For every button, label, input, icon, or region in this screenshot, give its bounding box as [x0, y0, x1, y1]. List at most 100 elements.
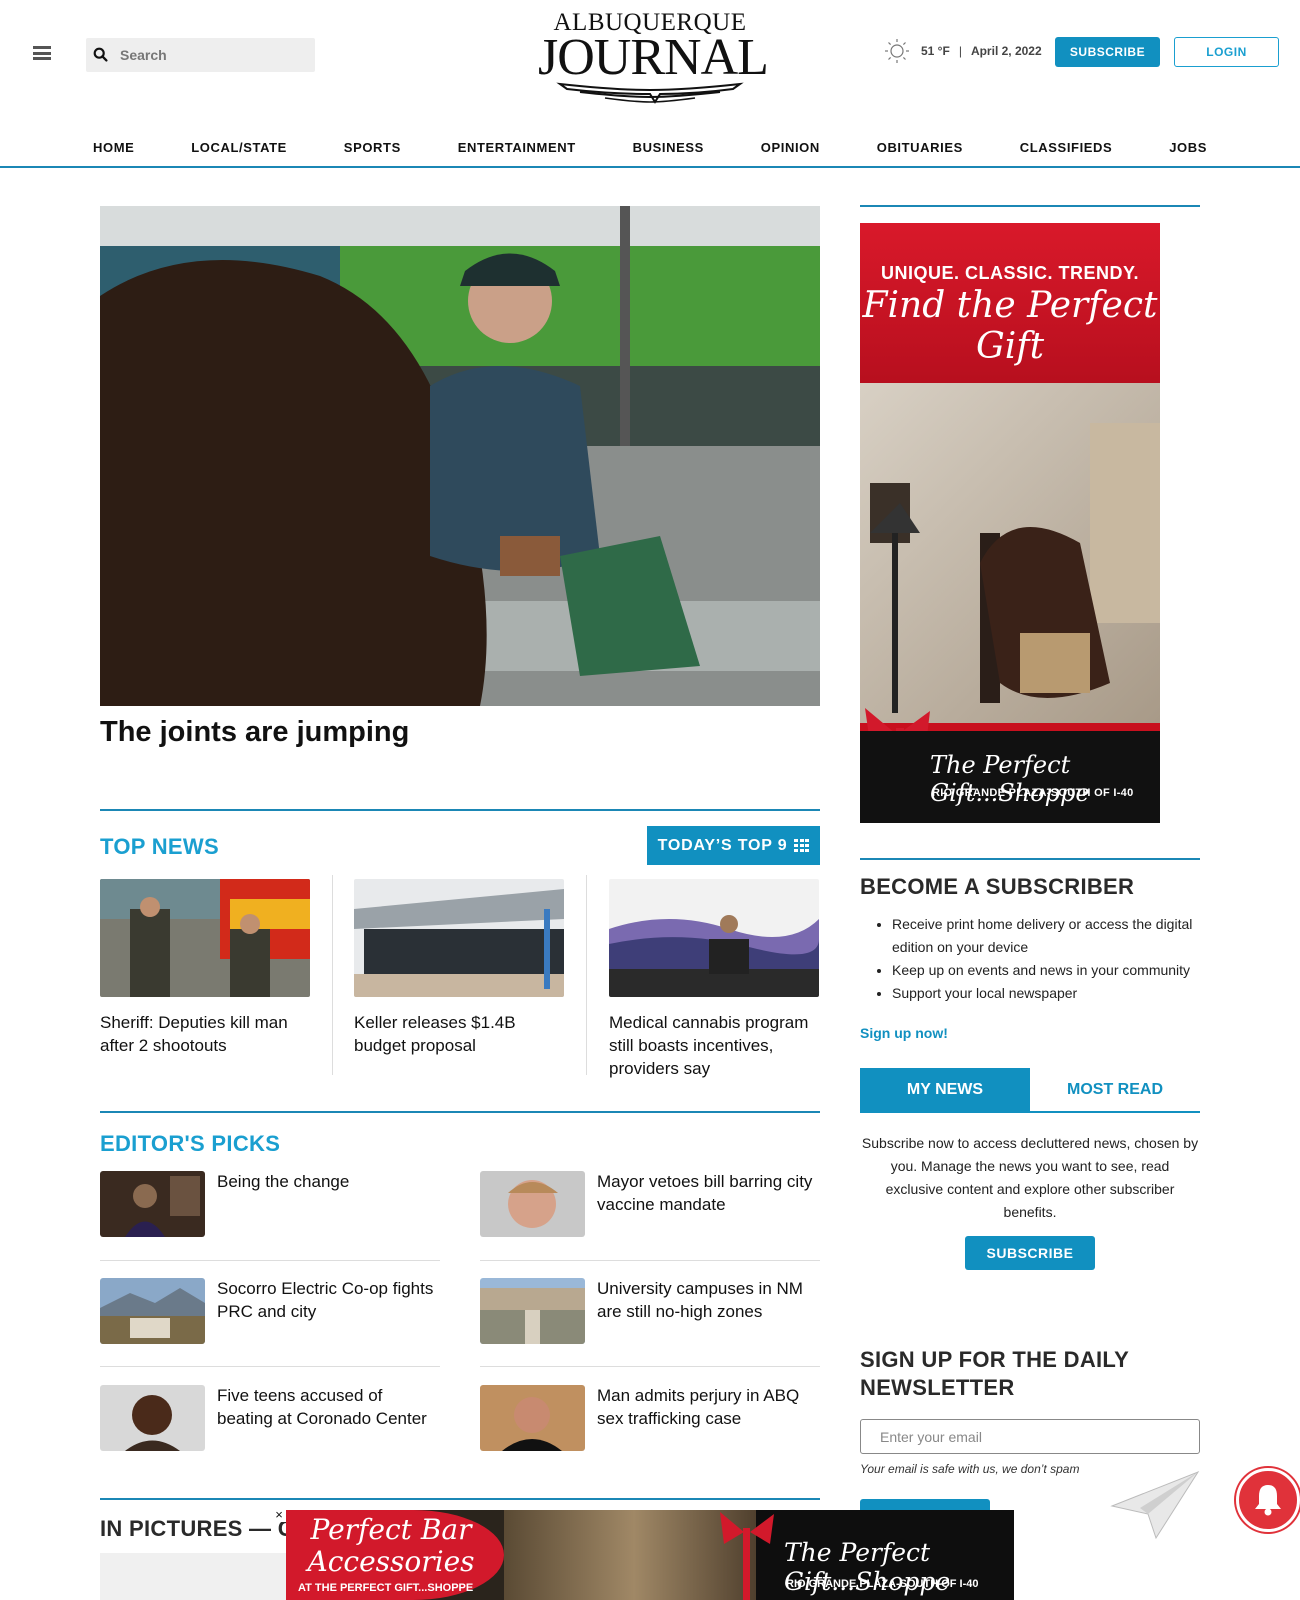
nav-item-obituaries[interactable]: OBITUARIES — [877, 140, 963, 155]
nav-item-opinion[interactable]: OPINION — [761, 140, 820, 155]
nav-item-home[interactable]: HOME — [93, 140, 134, 155]
story-headline[interactable]: Mayor vetoes bill barring city vaccine m… — [597, 1171, 821, 1216]
in-pictures-title: IN PICTURES — C — [100, 1516, 294, 1541]
weather-widget: 51 °F | April 2, 2022 — [884, 38, 1042, 64]
logo-eagle-icon — [556, 82, 744, 104]
ribbon-bow-icon — [720, 1512, 774, 1600]
bottom-advertisement[interactable]: Perfect Bar Accessories AT THE PERFECT G… — [286, 1510, 1014, 1600]
sun-icon — [885, 39, 909, 63]
paper-plane-icon — [1110, 1470, 1200, 1540]
story-headline[interactable]: Medical cannabis program still boasts in… — [609, 1011, 819, 1080]
main-nav: HOME LOCAL/STATE SPORTS ENTERTAINMENT BU… — [0, 128, 1300, 168]
benefit-item: Support your local newspaper — [892, 982, 1200, 1005]
ad-headline: Find the Perfect Gift — [862, 285, 1158, 367]
story-thumbnail[interactable] — [354, 879, 564, 997]
list-divider — [480, 1260, 820, 1261]
section-divider — [100, 1111, 820, 1113]
list-item[interactable]: Socorro Electric Co-op fights PRC and ci… — [100, 1278, 440, 1344]
current-date: April 2, 2022 — [970, 44, 1042, 58]
hero-image[interactable] — [100, 206, 820, 706]
search-input[interactable] — [120, 38, 310, 72]
tab-my-news[interactable]: MY NEWS — [860, 1068, 1030, 1111]
nav-item-entertainment[interactable]: ENTERTAINMENT — [458, 140, 576, 155]
story-thumbnail[interactable] — [480, 1385, 585, 1451]
ad-location: RIO GRANDE PLAZA-SOUTH OF I-40 — [932, 787, 1134, 799]
bell-icon — [1255, 1485, 1281, 1516]
story-headline[interactable]: Sheriff: Deputies kill man after 2 shoot… — [100, 1011, 310, 1057]
my-news-description: Subscribe now to access decluttered news… — [861, 1135, 1199, 1220]
list-item[interactable]: University campuses in NM are still no-h… — [480, 1278, 820, 1344]
sign-up-link[interactable]: Sign up now! — [860, 1025, 948, 1041]
ad-footer: The Perfect Gift...Shoppe RIO GRANDE PLA… — [860, 731, 1160, 823]
grid-icon — [794, 839, 810, 852]
close-ad-button[interactable]: × — [272, 1508, 286, 1522]
section-divider — [100, 809, 820, 811]
menu-icon[interactable] — [33, 46, 51, 60]
editors-picks-title: EDITOR'S PICKS — [100, 1131, 281, 1156]
subscriber-benefits: Receive print home delivery or access th… — [860, 913, 1200, 1005]
story-thumbnail[interactable] — [100, 879, 310, 997]
hero-headline[interactable]: The joints are jumping — [100, 716, 409, 749]
site-header: ALBUQUERQUE JOURNAL 51 °F | April 2, 202… — [0, 0, 1300, 120]
story-thumbnail[interactable] — [480, 1278, 585, 1344]
list-item[interactable]: Being the change — [100, 1171, 440, 1237]
top-news-card[interactable]: Sheriff: Deputies kill man after 2 shoot… — [100, 879, 310, 1057]
list-divider — [100, 1366, 440, 1367]
ad-shoppe-sub: AT THE PERFECT GIFT...SHOPPE — [298, 1582, 474, 1594]
tab-most-read[interactable]: MOST READ — [1030, 1068, 1200, 1111]
become-subscriber-title: BECOME A SUBSCRIBER — [860, 874, 1135, 899]
search-icon[interactable] — [92, 46, 110, 64]
news-tabs: MY NEWS MOST READ — [860, 1068, 1200, 1113]
ad-location: RIO GRANDE PLAZA-SOUTH OF I-40 — [786, 1578, 979, 1590]
story-headline[interactable]: Socorro Electric Co-op fights PRC and ci… — [217, 1278, 441, 1323]
ad-photo — [860, 383, 1160, 723]
sidebar-divider — [860, 205, 1200, 207]
section-divider — [100, 1498, 820, 1500]
logo-line2: JOURNAL — [538, 29, 769, 86]
story-headline[interactable]: Five teens accused of beating at Coronad… — [217, 1385, 441, 1430]
todays-top-9-button[interactable]: TODAY’S TOP 9 — [647, 826, 820, 865]
story-headline[interactable]: University campuses in NM are still no-h… — [597, 1278, 821, 1323]
story-thumbnail[interactable] — [100, 1385, 205, 1451]
list-item[interactable]: Mayor vetoes bill barring city vaccine m… — [480, 1171, 820, 1237]
login-button[interactable]: LOGIN — [1174, 37, 1279, 67]
story-thumbnail[interactable] — [480, 1171, 585, 1237]
newsletter-email-input[interactable] — [860, 1419, 1200, 1454]
list-divider — [100, 1260, 440, 1261]
nav-item-local-state[interactable]: LOCAL/STATE — [191, 140, 287, 155]
search-box[interactable] — [86, 38, 315, 72]
nav-item-business[interactable]: BUSINESS — [633, 140, 704, 155]
story-thumbnail[interactable] — [100, 1278, 205, 1344]
card-divider — [586, 875, 587, 1075]
benefit-item: Keep up on events and news in your commu… — [892, 959, 1200, 982]
list-divider — [480, 1366, 820, 1367]
nav-item-jobs[interactable]: JOBS — [1169, 140, 1207, 155]
newsletter-title: SIGN UP FOR THE DAILY NEWSLETTER — [860, 1347, 1129, 1400]
story-thumbnail[interactable] — [100, 1171, 205, 1237]
my-news-subscribe-button[interactable]: SUBSCRIBE — [965, 1236, 1095, 1270]
newsletter-note: Your email is safe with us, we don’t spa… — [860, 1462, 1080, 1476]
list-item[interactable]: Five teens accused of beating at Coronad… — [100, 1385, 440, 1451]
subscribe-button[interactable]: SUBSCRIBE — [1055, 37, 1160, 67]
top-news-title: TOP NEWS — [100, 834, 219, 859]
site-logo[interactable]: ALBUQUERQUE JOURNAL — [538, 10, 769, 110]
card-divider — [332, 875, 333, 1075]
list-item[interactable]: Man admits perjury in ABQ sex traffickin… — [480, 1385, 820, 1451]
ad-bar-accessories: Perfect Bar Accessories — [307, 1513, 475, 1578]
story-headline[interactable]: Man admits perjury in ABQ sex traffickin… — [597, 1385, 821, 1430]
notification-bell-button[interactable] — [1236, 1468, 1300, 1532]
sidebar-divider — [860, 858, 1200, 860]
sidebar-advertisement[interactable]: UNIQUE. CLASSIC. TRENDY. Find the Perfec… — [860, 223, 1160, 823]
weather-separator: | — [958, 44, 962, 58]
benefit-item: Receive print home delivery or access th… — [892, 913, 1200, 959]
story-headline[interactable]: Being the change — [217, 1171, 441, 1194]
story-thumbnail[interactable] — [609, 879, 819, 997]
nav-item-sports[interactable]: SPORTS — [344, 140, 401, 155]
top-news-card[interactable]: Keller releases $1.4B budget proposal — [354, 879, 564, 1057]
nav-item-classifieds[interactable]: CLASSIFIEDS — [1020, 140, 1113, 155]
ad-tagline: UNIQUE. CLASSIC. TRENDY. — [880, 263, 1140, 283]
todays-top-9-label: TODAY’S TOP 9 — [657, 836, 788, 854]
story-headline[interactable]: Keller releases $1.4B budget proposal — [354, 1011, 564, 1057]
weather-temp: 51 °F — [921, 44, 950, 58]
top-news-card[interactable]: Medical cannabis program still boasts in… — [609, 879, 819, 1080]
